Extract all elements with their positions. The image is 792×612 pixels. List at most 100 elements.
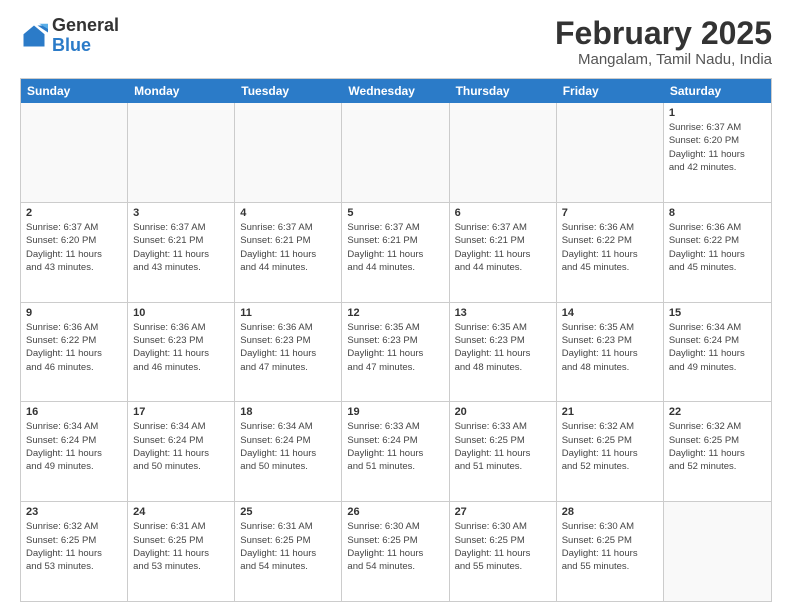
day-info: Sunrise: 6:37 AM Sunset: 6:21 PM Dayligh… [240, 221, 336, 274]
day-number: 6 [455, 207, 551, 219]
day-info: Sunrise: 6:32 AM Sunset: 6:25 PM Dayligh… [562, 420, 658, 473]
day-number: 7 [562, 207, 658, 219]
calendar: SundayMondayTuesdayWednesdayThursdayFrid… [20, 78, 772, 602]
day-info: Sunrise: 6:34 AM Sunset: 6:24 PM Dayligh… [669, 321, 766, 374]
day-info: Sunrise: 6:37 AM Sunset: 6:20 PM Dayligh… [26, 221, 122, 274]
cal-cell [128, 103, 235, 202]
cal-cell: 13Sunrise: 6:35 AM Sunset: 6:23 PM Dayli… [450, 303, 557, 402]
day-info: Sunrise: 6:34 AM Sunset: 6:24 PM Dayligh… [133, 420, 229, 473]
header-day-sunday: Sunday [21, 79, 128, 103]
week-row-4: 23 Sunrise: 6:32 AM Sunset: 6:25 PM Dayli… [21, 502, 771, 601]
day-number: 19 [347, 406, 443, 418]
day-info: Sunrise: 6:37 AM Sunset: 6:21 PM Dayligh… [347, 221, 443, 274]
cal-cell: 22 Sunrise: 6:32 AM Sunset: 6:25 PM Dayli… [664, 402, 771, 501]
day-info: Sunrise: 6:35 AM Sunset: 6:23 PM Dayligh… [347, 321, 443, 374]
day-number: 28 [562, 506, 658, 518]
header-day-monday: Monday [128, 79, 235, 103]
day-number: 27 [455, 506, 551, 518]
header-day-friday: Friday [557, 79, 664, 103]
page: General Blue February 2025 Mangalam, Tam… [0, 0, 792, 612]
cal-cell: 27 Sunrise: 6:30 AM Sunset: 6:25 PM Dayli… [450, 502, 557, 601]
day-info: Sunrise: 6:32 AM Sunset: 6:25 PM Dayligh… [669, 420, 766, 473]
cal-cell: 1 Sunrise: 6:37 AM Sunset: 6:20 PM Daylig… [664, 103, 771, 202]
day-info: Sunrise: 6:36 AM Sunset: 6:22 PM Dayligh… [669, 221, 766, 274]
cal-cell: 26 Sunrise: 6:30 AM Sunset: 6:25 PM Dayli… [342, 502, 449, 601]
day-number: 11 [240, 307, 336, 319]
day-number: 20 [455, 406, 551, 418]
cal-cell: 10Sunrise: 6:36 AM Sunset: 6:23 PM Dayli… [128, 303, 235, 402]
cal-cell: 7 Sunrise: 6:36 AM Sunset: 6:22 PM Daylig… [557, 203, 664, 302]
day-number: 4 [240, 207, 336, 219]
week-row-1: 2 Sunrise: 6:37 AM Sunset: 6:20 PM Daylig… [21, 203, 771, 303]
day-info: Sunrise: 6:36 AM Sunset: 6:22 PM Dayligh… [26, 321, 122, 374]
cal-cell: 4 Sunrise: 6:37 AM Sunset: 6:21 PM Daylig… [235, 203, 342, 302]
day-info: Sunrise: 6:36 AM Sunset: 6:22 PM Dayligh… [562, 221, 658, 274]
cal-cell: 6Sunrise: 6:37 AM Sunset: 6:21 PM Daylig… [450, 203, 557, 302]
cal-cell [557, 103, 664, 202]
day-info: Sunrise: 6:36 AM Sunset: 6:23 PM Dayligh… [240, 321, 336, 374]
header-day-tuesday: Tuesday [235, 79, 342, 103]
day-number: 5 [347, 207, 443, 219]
cal-cell: 28Sunrise: 6:30 AM Sunset: 6:25 PM Dayli… [557, 502, 664, 601]
header-day-saturday: Saturday [664, 79, 771, 103]
cal-cell [450, 103, 557, 202]
day-number: 24 [133, 506, 229, 518]
cal-cell: 18 Sunrise: 6:34 AM Sunset: 6:24 PM Dayli… [235, 402, 342, 501]
day-number: 12 [347, 307, 443, 319]
cal-cell: 2 Sunrise: 6:37 AM Sunset: 6:20 PM Daylig… [21, 203, 128, 302]
day-info: Sunrise: 6:31 AM Sunset: 6:25 PM Dayligh… [240, 520, 336, 573]
day-number: 17 [133, 406, 229, 418]
cal-cell: 23 Sunrise: 6:32 AM Sunset: 6:25 PM Dayli… [21, 502, 128, 601]
day-info: Sunrise: 6:32 AM Sunset: 6:25 PM Dayligh… [26, 520, 122, 573]
cal-cell: 16Sunrise: 6:34 AM Sunset: 6:24 PM Dayli… [21, 402, 128, 501]
cal-cell: 11 Sunrise: 6:36 AM Sunset: 6:23 PM Dayli… [235, 303, 342, 402]
day-number: 13 [455, 307, 551, 319]
logo-text: General Blue [52, 16, 119, 56]
day-number: 14 [562, 307, 658, 319]
day-number: 15 [669, 307, 766, 319]
cal-cell [235, 103, 342, 202]
cal-cell: 12 Sunrise: 6:35 AM Sunset: 6:23 PM Dayli… [342, 303, 449, 402]
day-info: Sunrise: 6:37 AM Sunset: 6:21 PM Dayligh… [133, 221, 229, 274]
day-info: Sunrise: 6:37 AM Sunset: 6:20 PM Dayligh… [669, 121, 766, 174]
day-number: 16 [26, 406, 122, 418]
cal-cell: 19 Sunrise: 6:33 AM Sunset: 6:24 PM Dayli… [342, 402, 449, 501]
cal-cell: 8 Sunrise: 6:36 AM Sunset: 6:22 PM Daylig… [664, 203, 771, 302]
day-number: 18 [240, 406, 336, 418]
day-number: 9 [26, 307, 122, 319]
day-number: 26 [347, 506, 443, 518]
cal-cell: 5 Sunrise: 6:37 AM Sunset: 6:21 PM Daylig… [342, 203, 449, 302]
cal-cell: 15 Sunrise: 6:34 AM Sunset: 6:24 PM Dayli… [664, 303, 771, 402]
day-info: Sunrise: 6:30 AM Sunset: 6:25 PM Dayligh… [455, 520, 551, 573]
day-number: 1 [669, 107, 766, 119]
day-number: 23 [26, 506, 122, 518]
logo: General Blue [20, 16, 119, 56]
week-row-0: 1 Sunrise: 6:37 AM Sunset: 6:20 PM Daylig… [21, 103, 771, 203]
day-number: 2 [26, 207, 122, 219]
day-number: 21 [562, 406, 658, 418]
calendar-body: 1 Sunrise: 6:37 AM Sunset: 6:20 PM Daylig… [21, 103, 771, 601]
day-info: Sunrise: 6:33 AM Sunset: 6:24 PM Dayligh… [347, 420, 443, 473]
cal-cell [342, 103, 449, 202]
cal-cell [664, 502, 771, 601]
logo-general: General [52, 16, 119, 36]
cal-cell: 20Sunrise: 6:33 AM Sunset: 6:25 PM Dayli… [450, 402, 557, 501]
day-number: 22 [669, 406, 766, 418]
header: General Blue February 2025 Mangalam, Tam… [20, 16, 772, 68]
cal-cell: 24 Sunrise: 6:31 AM Sunset: 6:25 PM Dayli… [128, 502, 235, 601]
cal-cell: 14 Sunrise: 6:35 AM Sunset: 6:23 PM Dayli… [557, 303, 664, 402]
day-info: Sunrise: 6:31 AM Sunset: 6:25 PM Dayligh… [133, 520, 229, 573]
month-title: February 2025 [555, 16, 772, 51]
day-info: Sunrise: 6:35 AM Sunset: 6:23 PM Dayligh… [562, 321, 658, 374]
cal-cell [21, 103, 128, 202]
day-info: Sunrise: 6:30 AM Sunset: 6:25 PM Dayligh… [347, 520, 443, 573]
calendar-header: SundayMondayTuesdayWednesdayThursdayFrid… [21, 79, 771, 103]
header-day-wednesday: Wednesday [342, 79, 449, 103]
day-info: Sunrise: 6:34 AM Sunset: 6:24 PM Dayligh… [240, 420, 336, 473]
cal-cell: 3Sunrise: 6:37 AM Sunset: 6:21 PM Daylig… [128, 203, 235, 302]
day-number: 25 [240, 506, 336, 518]
cal-cell: 9 Sunrise: 6:36 AM Sunset: 6:22 PM Daylig… [21, 303, 128, 402]
header-day-thursday: Thursday [450, 79, 557, 103]
day-number: 8 [669, 207, 766, 219]
logo-blue: Blue [52, 36, 119, 56]
